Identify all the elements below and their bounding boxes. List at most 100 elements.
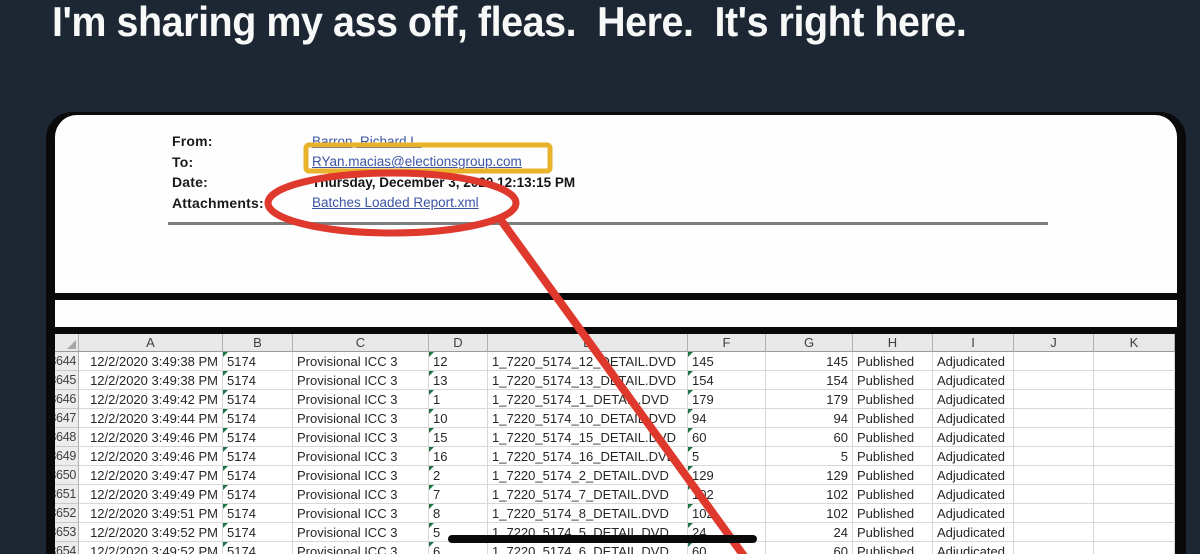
- sheet-cell[interactable]: 12/2/2020 3:49:52 PM: [79, 542, 223, 554]
- sheet-cell[interactable]: 102: [688, 485, 766, 504]
- sheet-column-header-a[interactable]: A: [79, 334, 223, 352]
- sheet-cell[interactable]: Adjudicated: [933, 447, 1014, 466]
- sheet-cell[interactable]: [1094, 447, 1175, 466]
- sheet-cell[interactable]: 5: [766, 447, 853, 466]
- sheet-cell[interactable]: 12/2/2020 3:49:52 PM: [79, 523, 223, 542]
- sheet-cell[interactable]: Published: [853, 428, 933, 447]
- sheet-cell[interactable]: [1014, 352, 1094, 371]
- sheet-cell[interactable]: 60: [766, 542, 853, 554]
- sheet-cell[interactable]: [1094, 485, 1175, 504]
- sheet-cell[interactable]: 1_7220_5174_13_DETAIL.DVD: [488, 371, 688, 390]
- sheet-column-header-g[interactable]: G: [766, 334, 853, 352]
- sheet-cell[interactable]: 154: [688, 371, 766, 390]
- sheet-cell[interactable]: Adjudicated: [933, 466, 1014, 485]
- sheet-cell[interactable]: [1014, 523, 1094, 542]
- sheet-cell[interactable]: 2: [429, 466, 488, 485]
- sheet-cell[interactable]: 5174: [223, 409, 293, 428]
- sheet-column-header-c[interactable]: C: [293, 334, 429, 352]
- sheet-cell[interactable]: 60: [688, 542, 766, 554]
- sheet-cell[interactable]: 12/2/2020 3:49:47 PM: [79, 466, 223, 485]
- sheet-cell[interactable]: [1094, 523, 1175, 542]
- sheet-cell[interactable]: 12/2/2020 3:49:42 PM: [79, 390, 223, 409]
- sheet-cell[interactable]: 1_7220_5174_5_DETAIL.DVD: [488, 523, 688, 542]
- sheet-cell[interactable]: [1014, 447, 1094, 466]
- sheet-row-header[interactable]: 3646: [55, 390, 79, 409]
- sheet-cell[interactable]: Provisional ICC 3: [293, 504, 429, 523]
- sheet-cell[interactable]: Provisional ICC 3: [293, 428, 429, 447]
- sheet-cell[interactable]: 1_7220_5174_8_DETAIL.DVD: [488, 504, 688, 523]
- sheet-row-header[interactable]: 3649: [55, 447, 79, 466]
- sheet-cell[interactable]: [1014, 428, 1094, 447]
- sheet-cell[interactable]: Adjudicated: [933, 523, 1014, 542]
- sheet-cell[interactable]: Adjudicated: [933, 409, 1014, 428]
- sheet-cell[interactable]: Provisional ICC 3: [293, 523, 429, 542]
- sheet-cell[interactable]: 5174: [223, 523, 293, 542]
- sheet-cell[interactable]: 60: [688, 428, 766, 447]
- sheet-cell[interactable]: 179: [688, 390, 766, 409]
- sheet-cell[interactable]: Provisional ICC 3: [293, 542, 429, 554]
- sheet-cell[interactable]: [1014, 542, 1094, 554]
- sheet-cell[interactable]: 12/2/2020 3:49:46 PM: [79, 447, 223, 466]
- sheet-cell[interactable]: 60: [766, 428, 853, 447]
- sheet-cell[interactable]: [1094, 428, 1175, 447]
- sheet-cell[interactable]: 102: [766, 485, 853, 504]
- sheet-cell[interactable]: [1094, 371, 1175, 390]
- sheet-cell[interactable]: 7: [429, 485, 488, 504]
- sheet-cell[interactable]: [1014, 504, 1094, 523]
- sheet-cell[interactable]: 15: [429, 428, 488, 447]
- sheet-cell[interactable]: 1_7220_5174_12_DETAIL.DVD: [488, 352, 688, 371]
- sheet-column-header-h[interactable]: H: [853, 334, 933, 352]
- sheet-cell[interactable]: Adjudicated: [933, 352, 1014, 371]
- sheet-cell[interactable]: Adjudicated: [933, 485, 1014, 504]
- sheet-cell[interactable]: [1014, 371, 1094, 390]
- sheet-cell[interactable]: Provisional ICC 3: [293, 390, 429, 409]
- sheet-cell[interactable]: 12/2/2020 3:49:38 PM: [79, 352, 223, 371]
- sheet-cell[interactable]: Adjudicated: [933, 371, 1014, 390]
- sheet-cell[interactable]: Provisional ICC 3: [293, 352, 429, 371]
- sheet-cell[interactable]: Provisional ICC 3: [293, 466, 429, 485]
- sheet-cell[interactable]: 1_7220_5174_15_DETAIL.DVD: [488, 428, 688, 447]
- sheet-cell[interactable]: 8: [429, 504, 488, 523]
- sheet-column-header-f[interactable]: F: [688, 334, 766, 352]
- sheet-row-header[interactable]: 3648: [55, 428, 79, 447]
- sheet-cell[interactable]: [1094, 504, 1175, 523]
- sheet-cell[interactable]: 129: [688, 466, 766, 485]
- sheet-cell[interactable]: 94: [766, 409, 853, 428]
- sheet-cell[interactable]: [1094, 542, 1175, 554]
- sheet-cell[interactable]: 5: [429, 523, 488, 542]
- sheet-cell[interactable]: 5174: [223, 447, 293, 466]
- sheet-cell[interactable]: 102: [766, 504, 853, 523]
- sheet-cell[interactable]: 1_7220_5174_10_DETAIL.DVD: [488, 409, 688, 428]
- sheet-cell[interactable]: 129: [766, 466, 853, 485]
- sheet-cell[interactable]: 1_7220_5174_7_DETAIL.DVD: [488, 485, 688, 504]
- sheet-cell[interactable]: 179: [766, 390, 853, 409]
- select-all-corner[interactable]: [55, 334, 79, 352]
- sheet-cell[interactable]: 102: [688, 504, 766, 523]
- sheet-cell[interactable]: 12/2/2020 3:49:44 PM: [79, 409, 223, 428]
- sheet-cell[interactable]: 12/2/2020 3:49:51 PM: [79, 504, 223, 523]
- sheet-cell[interactable]: 6: [429, 542, 488, 554]
- sheet-cell[interactable]: 12/2/2020 3:49:46 PM: [79, 428, 223, 447]
- sheet-cell[interactable]: Published: [853, 466, 933, 485]
- sheet-cell[interactable]: 12/2/2020 3:49:49 PM: [79, 485, 223, 504]
- sheet-cell[interactable]: Provisional ICC 3: [293, 485, 429, 504]
- sheet-cell[interactable]: Published: [853, 447, 933, 466]
- sheet-cell[interactable]: 12: [429, 352, 488, 371]
- sheet-cell[interactable]: [1014, 409, 1094, 428]
- sheet-cell[interactable]: 5174: [223, 371, 293, 390]
- sheet-column-header-k[interactable]: K: [1094, 334, 1175, 352]
- sheet-cell[interactable]: Adjudicated: [933, 428, 1014, 447]
- sheet-cell[interactable]: 145: [766, 352, 853, 371]
- sheet-cell[interactable]: Adjudicated: [933, 504, 1014, 523]
- sheet-row-header[interactable]: 3652: [55, 504, 79, 523]
- sheet-cell[interactable]: Provisional ICC 3: [293, 371, 429, 390]
- sheet-cell[interactable]: 5174: [223, 352, 293, 371]
- attachment-file-link[interactable]: Batches Loaded Report.xml: [312, 195, 479, 210]
- sheet-cell[interactable]: 1_7220_5174_1_DETAIL.DVD: [488, 390, 688, 409]
- sheet-cell[interactable]: Published: [853, 390, 933, 409]
- sheet-cell[interactable]: Adjudicated: [933, 542, 1014, 554]
- sheet-cell[interactable]: Published: [853, 409, 933, 428]
- sheet-cell[interactable]: Provisional ICC 3: [293, 409, 429, 428]
- sheet-cell[interactable]: Published: [853, 542, 933, 554]
- sheet-cell[interactable]: 5174: [223, 390, 293, 409]
